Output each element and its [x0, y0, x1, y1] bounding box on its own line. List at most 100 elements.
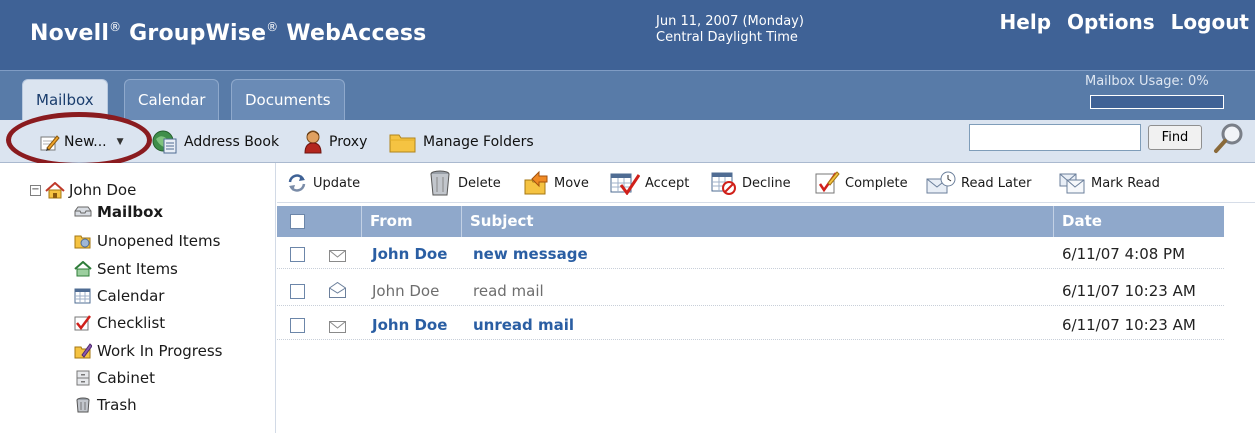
brand-groupwise: GroupWise [121, 21, 267, 46]
mailbox-usage-label: Mailbox Usage: 0% [1085, 74, 1209, 89]
sidebar-item-cabinet[interactable]: Cabinet [74, 369, 155, 387]
folder-sidebar: − John Doe Mailbox Unopened Items Sent I… [0, 163, 276, 433]
column-header-subject[interactable]: Subject [461, 206, 1053, 237]
trash-icon [74, 397, 92, 413]
tab-mailbox[interactable]: Mailbox [22, 79, 108, 121]
row-checkbox[interactable] [290, 247, 305, 262]
envelope-icon [329, 248, 346, 262]
accept-icon [610, 171, 641, 196]
sidebar-item-label: Sent Items [97, 260, 178, 278]
dropdown-arrow-icon[interactable]: ▼ [117, 137, 124, 147]
accept-label: Accept [645, 175, 690, 191]
row-checkbox[interactable] [290, 284, 305, 299]
row-checkbox[interactable] [290, 318, 305, 333]
opened-envelope-icon [329, 281, 346, 298]
select-all-checkbox[interactable] [290, 214, 305, 229]
registered-mark: ® [109, 20, 122, 34]
sidebar-item-trash[interactable]: Trash [74, 396, 137, 414]
search-input[interactable] [969, 124, 1141, 151]
table-row[interactable]: John Doe read mail 6/11/07 10:23 AM [277, 277, 1224, 306]
manage-folders-button[interactable]: Manage Folders [389, 120, 534, 163]
sidebar-item-checklist[interactable]: Checklist [74, 314, 165, 332]
row-date: 6/11/07 4:08 PM [1062, 245, 1186, 263]
cabinet-icon [74, 370, 92, 386]
collapse-toggle-icon[interactable]: − [30, 184, 41, 196]
tab-calendar[interactable]: Calendar [124, 79, 220, 121]
sidebar-item-unopened-items[interactable]: Unopened Items [74, 232, 220, 250]
new-button[interactable]: New... ▼ [40, 120, 124, 163]
accept-button[interactable]: Accept [610, 163, 689, 203]
sidebar-item-label: Trash [97, 396, 137, 414]
tab-documents[interactable]: Documents [231, 79, 345, 121]
folder-icon [389, 131, 417, 153]
options-link[interactable]: Options [1067, 10, 1155, 34]
item-list-panel: Update Delete Move Accept Decline Comple… [277, 163, 1255, 433]
advanced-search-icon[interactable] [1212, 121, 1246, 155]
move-folder-icon [523, 170, 549, 196]
sidebar-item-label: Unopened Items [97, 232, 221, 250]
address-book-label: Address Book [184, 133, 280, 150]
list-header: From Subject Date [277, 206, 1224, 237]
column-header-from[interactable]: From [361, 206, 461, 237]
sidebar-item-work-in-progress[interactable]: Work In Progress [74, 342, 222, 360]
mark-read-icon [1058, 171, 1086, 195]
user-tree-root[interactable]: − John Doe [30, 181, 136, 199]
date-info: Jun 11, 2007 (Monday) Central Daylight T… [656, 14, 804, 46]
decline-icon [711, 171, 737, 195]
checklist-icon [74, 315, 92, 331]
complete-icon [814, 171, 840, 195]
proxy-button[interactable]: Proxy [303, 120, 367, 163]
sidebar-item-mailbox[interactable]: Mailbox [74, 203, 163, 221]
envelope-icon [329, 319, 346, 333]
decline-button[interactable]: Decline [711, 163, 791, 203]
user-name: John Doe [69, 181, 137, 199]
logout-link[interactable]: Logout [1171, 10, 1249, 34]
calendar-icon [74, 288, 92, 304]
mailbox-usage-bar [1090, 95, 1224, 109]
move-button[interactable]: Move [523, 163, 589, 203]
sent-items-icon [74, 260, 92, 277]
sidebar-item-label: Mailbox [97, 203, 164, 221]
proxy-label: Proxy [329, 133, 368, 150]
tab-bar: Mailbox Calendar Documents Mailbox Usage… [0, 70, 1255, 121]
row-from: John Doe [372, 245, 448, 263]
delete-button[interactable]: Delete [427, 163, 501, 203]
delete-label: Delete [458, 175, 501, 191]
new-button-label: New... [64, 133, 107, 150]
row-from: John Doe [372, 316, 448, 334]
sidebar-item-calendar[interactable]: Calendar [74, 287, 164, 305]
find-button[interactable]: Find [1148, 125, 1202, 150]
column-header-date[interactable]: Date [1053, 206, 1224, 237]
new-message-icon [40, 134, 60, 151]
mark-read-label: Mark Read [1091, 175, 1160, 191]
row-date: 6/11/07 10:23 AM [1062, 282, 1196, 300]
app-header: Novell® GroupWise® WebAccess Jun 11, 200… [0, 0, 1255, 70]
sidebar-item-label: Checklist [97, 314, 166, 332]
brand-webaccess: WebAccess [278, 21, 427, 46]
decline-label: Decline [742, 175, 791, 191]
address-book-icon [152, 130, 178, 154]
mark-read-button[interactable]: Mark Read [1058, 163, 1160, 203]
update-button[interactable]: Update [286, 163, 360, 203]
row-subject[interactable]: new message [473, 240, 588, 269]
work-in-progress-icon [74, 343, 93, 359]
complete-label: Complete [845, 175, 908, 191]
delete-trash-icon [427, 169, 453, 197]
row-date: 6/11/07 10:23 AM [1062, 316, 1196, 334]
sidebar-item-label: Work In Progress [97, 342, 223, 360]
table-row[interactable]: John Doe unread mail 6/11/07 10:23 AM [277, 311, 1224, 340]
table-row[interactable]: John Doe new message 6/11/07 4:08 PM [277, 240, 1224, 269]
address-book-button[interactable]: Address Book [152, 120, 279, 163]
sidebar-item-label: Calendar [97, 287, 165, 305]
move-label: Move [554, 175, 589, 191]
row-subject[interactable]: read mail [473, 277, 544, 306]
sidebar-item-sent-items[interactable]: Sent Items [74, 260, 178, 278]
read-later-button[interactable]: Read Later [926, 163, 1031, 203]
row-subject[interactable]: unread mail [473, 311, 574, 340]
read-later-label: Read Later [961, 175, 1032, 191]
row-from: John Doe [372, 282, 440, 300]
top-links: Help Options Logout [1000, 10, 1249, 34]
app-title: Novell® GroupWise® WebAccess [30, 20, 426, 46]
complete-button[interactable]: Complete [814, 163, 908, 203]
help-link[interactable]: Help [1000, 10, 1051, 34]
